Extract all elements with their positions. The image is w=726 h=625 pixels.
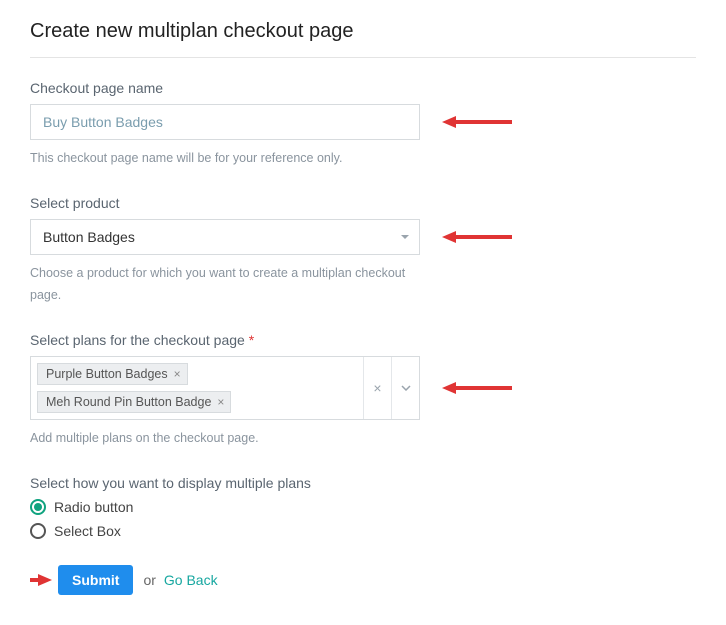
field-display-mode: Select how you want to display multiple … <box>30 475 696 539</box>
clear-all-button[interactable]: × <box>363 357 391 419</box>
go-back-link[interactable]: Go Back <box>164 572 218 588</box>
plans-tags-area: Purple Button Badges × Meh Round Pin But… <box>31 357 363 419</box>
plan-tag-label: Purple Button Badges <box>46 367 168 381</box>
caret-down-icon <box>401 235 409 239</box>
helper-select-product: Choose a product for which you want to c… <box>30 263 420 306</box>
radio-option-select-box[interactable]: Select Box <box>30 523 696 539</box>
plan-tag: Purple Button Badges × <box>37 363 188 385</box>
radio-indicator <box>30 523 46 539</box>
product-select-value: Button Badges <box>43 229 135 245</box>
arrow-annotation-icon <box>442 379 512 397</box>
field-checkout-name: Checkout page name This checkout page na… <box>30 80 696 169</box>
submit-button[interactable]: Submit <box>58 565 133 595</box>
radio-label: Select Box <box>54 523 121 539</box>
divider <box>30 57 696 58</box>
checkout-name-input[interactable] <box>30 104 420 140</box>
label-select-plans: Select plans for the checkout page * <box>30 332 696 348</box>
form-actions: Submit or Go Back <box>30 565 696 595</box>
helper-select-plans: Add multiple plans on the checkout page. <box>30 428 420 449</box>
plans-multiselect[interactable]: Purple Button Badges × Meh Round Pin But… <box>30 356 420 420</box>
tag-remove-icon[interactable]: × <box>217 395 224 409</box>
label-checkout-name: Checkout page name <box>30 80 696 96</box>
label-select-plans-text: Select plans for the checkout page <box>30 332 245 348</box>
arrow-annotation-icon <box>442 113 512 131</box>
plan-tag-label: Meh Round Pin Button Badge <box>46 395 211 409</box>
product-select[interactable]: Button Badges <box>30 219 420 255</box>
field-select-plans: Select plans for the checkout page * Pur… <box>30 332 696 449</box>
radio-option-radio-button[interactable]: Radio button <box>30 499 696 515</box>
radio-indicator-checked <box>30 499 46 515</box>
label-select-product: Select product <box>30 195 696 211</box>
field-select-product: Select product Button Badges Choose a pr… <box>30 195 696 306</box>
radio-label: Radio button <box>54 499 133 515</box>
or-separator: or <box>143 572 155 588</box>
tag-remove-icon[interactable]: × <box>174 367 181 381</box>
page-title: Create new multiplan checkout page <box>30 20 696 43</box>
helper-checkout-name: This checkout page name will be for your… <box>30 148 420 169</box>
plan-tag: Meh Round Pin Button Badge × <box>37 391 231 413</box>
dropdown-toggle[interactable] <box>391 357 419 419</box>
arrow-annotation-icon <box>442 228 512 246</box>
arrow-annotation-icon <box>30 572 52 588</box>
label-display-mode: Select how you want to display multiple … <box>30 475 696 491</box>
required-mark: * <box>249 332 254 348</box>
